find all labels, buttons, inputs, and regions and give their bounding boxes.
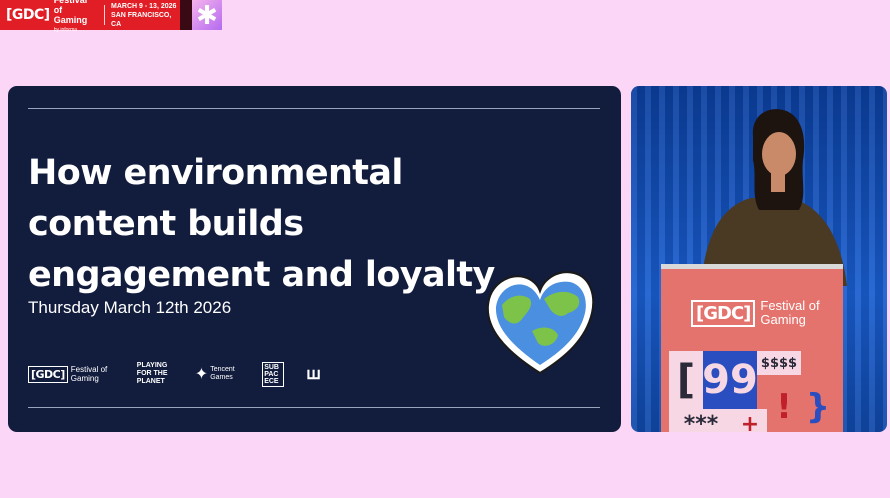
festival-title: Festival of Gaming bbox=[53, 0, 88, 25]
festival-by: by informa bbox=[53, 27, 78, 33]
podium-tile-dollars: $$$$ bbox=[757, 351, 801, 375]
podium-logo-box: [GDC] bbox=[691, 299, 756, 327]
podium-tile-plus: + bbox=[733, 409, 767, 432]
podium: [GDC] Festival of Gaming [ 99 $$$$ ! } *… bbox=[661, 264, 843, 432]
banner-divider bbox=[104, 5, 106, 25]
w-logo-icon: ꟺ bbox=[306, 366, 321, 383]
podium-tile-bang: ! bbox=[771, 375, 797, 432]
speaker-camera-view: [GDC] Festival of Gaming [ 99 $$$$ ! } *… bbox=[631, 86, 887, 432]
sub-logo: SUB PAC ECE bbox=[262, 361, 285, 387]
slide-title: How environmental content builds engagem… bbox=[28, 153, 495, 295]
tencent-logo-text: Tencent Games bbox=[210, 366, 235, 381]
event-location: SAN FRANCISCO, CA bbox=[111, 11, 172, 28]
playing-for-the-planet-logo: PLAYING FOR THE PLANET bbox=[136, 362, 168, 385]
event-dates: MARCH 9 - 13, 2026 bbox=[111, 2, 177, 10]
gdc-festival-logo: [GDC] Festival of Gaming bbox=[28, 365, 115, 383]
globe-heart-icon bbox=[486, 271, 595, 375]
banner-strip bbox=[180, 0, 192, 30]
asterisk-icon: ✱ bbox=[192, 0, 222, 30]
slide-date: Thursday March 12th 2026 bbox=[28, 298, 232, 317]
podium-gdc-logo: [GDC] Festival of Gaming bbox=[691, 299, 830, 327]
gdc-logo-text: Festival of Gaming bbox=[70, 365, 108, 383]
podium-tile-brace: } bbox=[803, 375, 833, 432]
tencent-icon: ✦ bbox=[194, 366, 209, 383]
gdc-logo: [GDC] bbox=[6, 7, 50, 23]
tencent-games-logo: ✦ Tencent Games bbox=[195, 364, 240, 384]
podium-tile-bracket: [ bbox=[669, 351, 703, 409]
gdc-logo-box: [GDC] bbox=[28, 365, 68, 383]
podium-tile-quote: 99 bbox=[702, 351, 758, 409]
sponsor-logos: [GDC] Festival of Gaming PLAYING FOR THE… bbox=[28, 361, 343, 387]
podium-tile-stars: *** bbox=[669, 409, 733, 432]
presentation-slide: How environmental content builds engagem… bbox=[8, 86, 621, 432]
festival-name: Festival of Gaming by informa bbox=[54, 0, 96, 35]
podium-logo-text: Festival of Gaming bbox=[760, 298, 820, 327]
speaker-figure bbox=[701, 109, 847, 286]
event-info: MARCH 9 - 13, 2026 SAN FRANCISCO, CA bbox=[111, 2, 180, 29]
event-banner: [GDC] Festival of Gaming by informa MARC… bbox=[0, 0, 180, 33]
slide-top-rule bbox=[28, 108, 600, 109]
slide-bottom-rule bbox=[28, 407, 600, 408]
